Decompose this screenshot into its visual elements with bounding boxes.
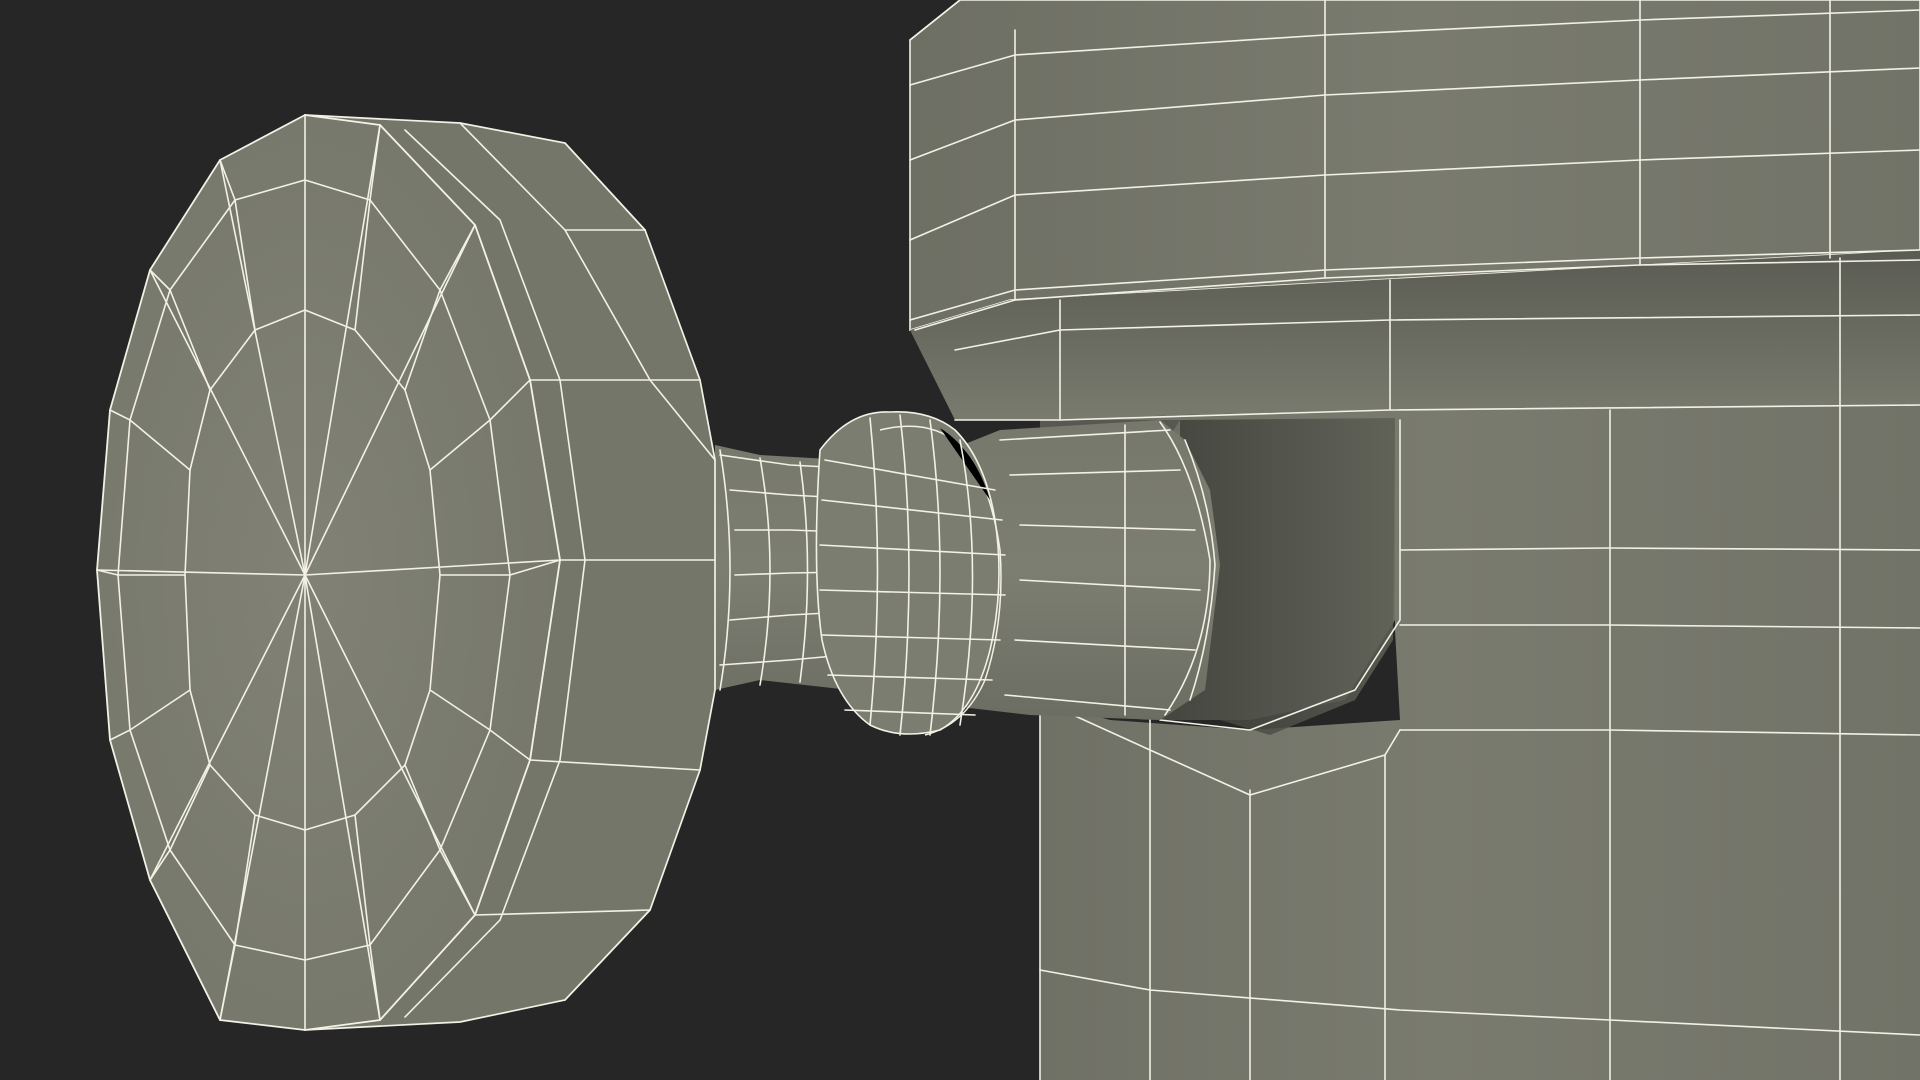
collar-ring-icon bbox=[815, 411, 1006, 736]
render-viewport bbox=[0, 0, 1920, 1080]
knob-head-icon bbox=[96, 114, 716, 1031]
wireframe-scene bbox=[96, 0, 1920, 1080]
